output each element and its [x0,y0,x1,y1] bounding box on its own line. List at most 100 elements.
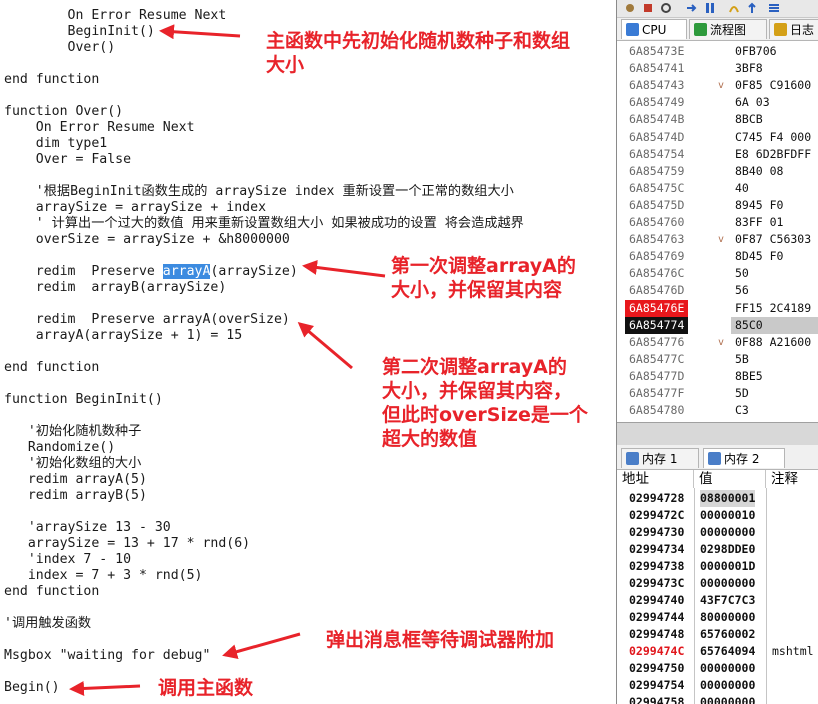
disasm-address: 6A854749 [629,95,685,110]
disasm-row[interactable]: 6A85475D 8945 F0 [617,197,818,214]
memory-row[interactable]: 02994748 65760002 [617,626,818,643]
disasm-row[interactable]: 6A854774 85C0 [617,316,818,334]
step-out-icon[interactable] [745,1,759,15]
step-into-icon[interactable] [685,1,699,15]
disasm-row[interactable]: 6A85476C 50 [617,265,818,282]
memory-row[interactable]: 02994754 00000000 [617,677,818,694]
code-line: dim type1 [4,136,108,151]
disasm-bytes: 40 [735,180,749,195]
memory-row[interactable]: 0299472C 00000010 [617,507,818,524]
disasm-row[interactable]: 6A85477F 5D [617,385,818,402]
settings-icon[interactable] [623,1,637,15]
memory-value: 08800001 [700,490,756,507]
tab-memory-2[interactable]: 内存 2 [703,448,785,468]
disasm-bytes: 85C0 [735,317,763,332]
disasm-row[interactable]: 6A85476E FF15 2C4189 [617,299,818,317]
disasm-bytes: 5D [735,386,749,400]
disasm-row[interactable]: 6A85474D C745 F4 000 [617,129,818,146]
disasm-bytes: 8BCB [735,112,763,127]
disasm-row[interactable]: 6A854760 83FF 01 [617,214,818,231]
restart-icon[interactable] [659,1,673,15]
disasm-row[interactable]: 6A854763 v 0F87 C56303 [617,231,818,248]
disasm-row[interactable]: 6A85474B 8BCB [617,111,818,128]
memory-header-address[interactable]: 地址 [617,470,694,488]
memory-value: 0298DDE0 [700,542,756,556]
code-line: Over() [4,40,116,55]
memory-row[interactable]: 02994738 0000001D [617,558,818,575]
memory-icon [626,452,639,465]
tab-log[interactable]: 日志 [769,19,818,39]
memory-row[interactable]: 02994728 08800001 [617,490,818,507]
disasm-bytes: 6A 03 [735,95,770,110]
memory-row[interactable]: 02994730 00000000 [617,524,818,541]
memory-dump[interactable]: 02994728 08800001 0299472C 00000010 02994730… [617,488,818,704]
tab-graph[interactable]: 流程图 [689,19,767,39]
code-line: 'index 7 - 10 [4,552,132,567]
disasm-row[interactable]: 6A85476D 56 [617,282,818,299]
selected-text[interactable]: arrayA [162,264,211,279]
code-line: '初始化数组的大小 [4,456,142,471]
memory-address: 02994730 [629,525,685,539]
disasm-bytes: C3 [735,403,749,418]
disasm-bytes: C745 F4 000 [735,129,812,144]
memory-row[interactable]: 0299474C 65764094 mshtml [617,643,818,660]
disasm-bytes: 8D45 F0 [735,249,784,264]
disasm-bytes: 56 [735,283,749,298]
step-over-icon[interactable] [727,1,741,15]
code-line: redim Preserve arrayA(arraySize) [4,264,298,279]
memory-row[interactable]: 02994750 00000000 [617,660,818,677]
disasm-row[interactable]: 6A85477D 8BE5 [617,368,818,385]
trace-icon[interactable] [767,1,781,15]
memory-value: 43F7C7C3 [700,593,756,607]
memory-value: 00000000 [700,678,756,692]
disasm-address: 6A85475C [629,180,685,195]
disasm-row[interactable]: 6A854749 6A 03 [617,94,818,111]
memory-row[interactable]: 02994740 43F7C7C3 [617,592,818,609]
disassembly-view[interactable]: 6A85473E 0FB706 6A854741 3BF8 6A854743 v 0F85 … [617,41,818,422]
memory-header-comment[interactable]: 注释 [766,470,818,488]
memory-row[interactable]: 0299473C 00000000 [617,575,818,592]
disasm-row[interactable]: 6A854780 C3 [617,402,818,419]
code-line: function BeginInit() [4,392,163,407]
memory-row[interactable]: 02994744 80000000 [617,609,818,626]
memory-icon [708,452,721,465]
tab-label: 日志 [790,23,815,37]
disasm-row[interactable]: 6A85473E 0FB706 [617,43,818,60]
disasm-row[interactable]: 6A854741 3BF8 [617,60,818,77]
disasm-bytes: FF15 2C4189 [735,300,812,315]
code-line: arrayA(arraySize + 1) = 15 [4,328,243,343]
memory-value: 65760002 [700,627,756,641]
code-line: '根据BeginInit函数生成的 arraySize index 重新设置一个… [4,184,514,199]
disasm-bytes: 8B40 08 [735,163,784,178]
disasm-row[interactable]: 6A85475C 40 [617,180,818,197]
tab-memory-1[interactable]: 内存 1 [621,448,699,468]
disasm-row[interactable]: 6A854754 E8 6D2BFDFF [617,146,818,163]
code-line: overSize = arraySize + &h8000000 [4,232,290,247]
code-editor[interactable]: On Error Resume Next BeginInit() Over() e… [0,0,616,704]
disasm-address: 6A85474B [629,112,685,127]
disasm-row[interactable]: 6A854759 8B40 08 [617,163,818,180]
disasm-bytes: 5B [735,351,749,366]
code-line: Randomize() [4,440,116,455]
code-line: arraySize = arraySize + index [4,200,267,215]
disasm-address: 6A854763 [629,232,685,247]
disasm-bytes: 8945 F0 [735,197,784,212]
pane-splitter[interactable] [617,422,818,445]
code-line: 'arraySize 13 - 30 [4,520,171,535]
memory-row[interactable]: 02994734 0298DDE0 [617,541,818,558]
disasm-row[interactable]: 6A854769 8D45 F0 [617,248,818,265]
memory-address: 0299472C [629,508,685,522]
pause-icon[interactable] [703,1,717,15]
disasm-address: 6A85473E [629,44,685,58]
jump-marker-icon: v [718,234,725,246]
tab-label: 流程图 [710,23,747,37]
memory-row[interactable]: 02994758 00000000 [617,694,818,704]
memory-value: 65764094 [700,644,756,658]
code-line: '调用触发函数 [4,616,92,631]
memory-header-value[interactable]: 值 [694,470,766,488]
disasm-row[interactable]: 6A85477C 5B [617,351,818,368]
tab-cpu[interactable]: CPU [621,19,687,39]
disasm-row[interactable]: 6A854743 v 0F85 C91600 [617,77,818,94]
disasm-row[interactable]: 6A854776 v 0F88 A21600 [617,334,818,351]
stop-icon[interactable] [641,1,655,15]
